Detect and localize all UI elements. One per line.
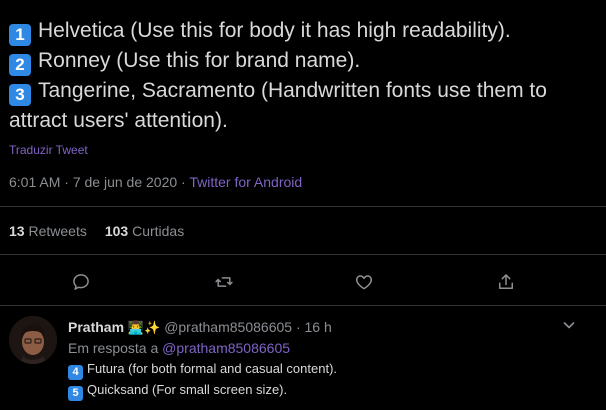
share-icon	[499, 274, 513, 289]
tweet-line-1: 1 Helvetica (Use this for body it has hig…	[9, 16, 599, 46]
retweet-button[interactable]	[212, 270, 236, 294]
more-options-button[interactable]	[562, 318, 576, 332]
retweets-count: 13	[9, 223, 25, 239]
retweets-label: Retweets	[28, 223, 87, 239]
retweets-stat[interactable]: 13 Retweets	[9, 223, 87, 239]
tweet-date[interactable]: 7 de jun de 2020	[73, 174, 177, 190]
meta-separator: ·	[64, 174, 69, 190]
replying-to-label: Em resposta a	[68, 340, 159, 356]
tweet-line-3: 3 Tangerine, Sacramento (Handwritten font…	[9, 79, 547, 132]
chevron-down-icon	[563, 322, 575, 329]
replying-to-handle[interactable]: @pratham85086605	[162, 340, 290, 356]
translate-tweet-link[interactable]: Traduzir Tweet	[9, 143, 88, 157]
likes-stat[interactable]: 103 Curtidas	[105, 223, 184, 239]
tweet-source-link[interactable]: Twitter for Android	[189, 174, 302, 190]
share-button[interactable]	[494, 270, 518, 294]
replying-to: Em resposta a @pratham85086605	[68, 340, 290, 356]
keycap-1-icon: 1	[9, 24, 31, 46]
tweet-time[interactable]: 6:01 AM	[9, 174, 60, 190]
reply-text: 4 Futura (for both formal and casual cont…	[68, 359, 337, 401]
tweet-actions	[0, 270, 606, 294]
main-tweet: 1 Helvetica (Use this for body it has hig…	[0, 0, 606, 306]
likes-label: Curtidas	[132, 223, 185, 239]
likes-count: 103	[104, 223, 129, 239]
reply-line-2: 5 Quicksand (For small screen size).	[68, 380, 337, 401]
reply-tweet[interactable]: Pratham 👨‍💻✨ @pratham85086605 · 16 h Em …	[0, 306, 606, 410]
like-icon	[355, 275, 373, 290]
meta-separator: ·	[181, 174, 186, 190]
retweet-icon	[215, 277, 233, 287]
reply-button[interactable]	[69, 270, 93, 294]
keycap-2-icon: 2	[9, 54, 31, 76]
avatar[interactable]	[9, 316, 57, 364]
keycap-5-icon: 5	[68, 386, 83, 401]
divider	[0, 206, 606, 207]
avatar-image	[9, 316, 57, 364]
tweet-stats: 13 Retweets 103 Curtidas	[9, 223, 184, 239]
reply-author-name[interactable]: Pratham	[68, 319, 124, 335]
keycap-4-icon: 4	[68, 365, 83, 380]
tweet-meta: 6:01 AM · 7 de jun de 2020 · Twitter for…	[9, 174, 302, 190]
reply-author-emojis: 👨‍💻✨	[127, 320, 161, 335]
tweet-text: 1 Helvetica (Use this for body it has hig…	[9, 16, 599, 135]
reply-line-1: 4 Futura (for both formal and casual cont…	[68, 359, 337, 380]
tweet-line-2: 2 Ronney (Use this for brand name).	[9, 46, 599, 76]
like-button[interactable]	[352, 270, 376, 294]
divider	[0, 254, 606, 255]
reply-header: Pratham 👨‍💻✨ @pratham85086605 · 16 h	[68, 319, 332, 336]
header-separator: ·	[295, 319, 301, 335]
reply-author-handle[interactable]: @pratham85086605	[164, 319, 292, 335]
reply-time[interactable]: 16 h	[305, 319, 332, 335]
reply-icon	[73, 274, 89, 290]
keycap-3-icon: 3	[9, 84, 31, 106]
